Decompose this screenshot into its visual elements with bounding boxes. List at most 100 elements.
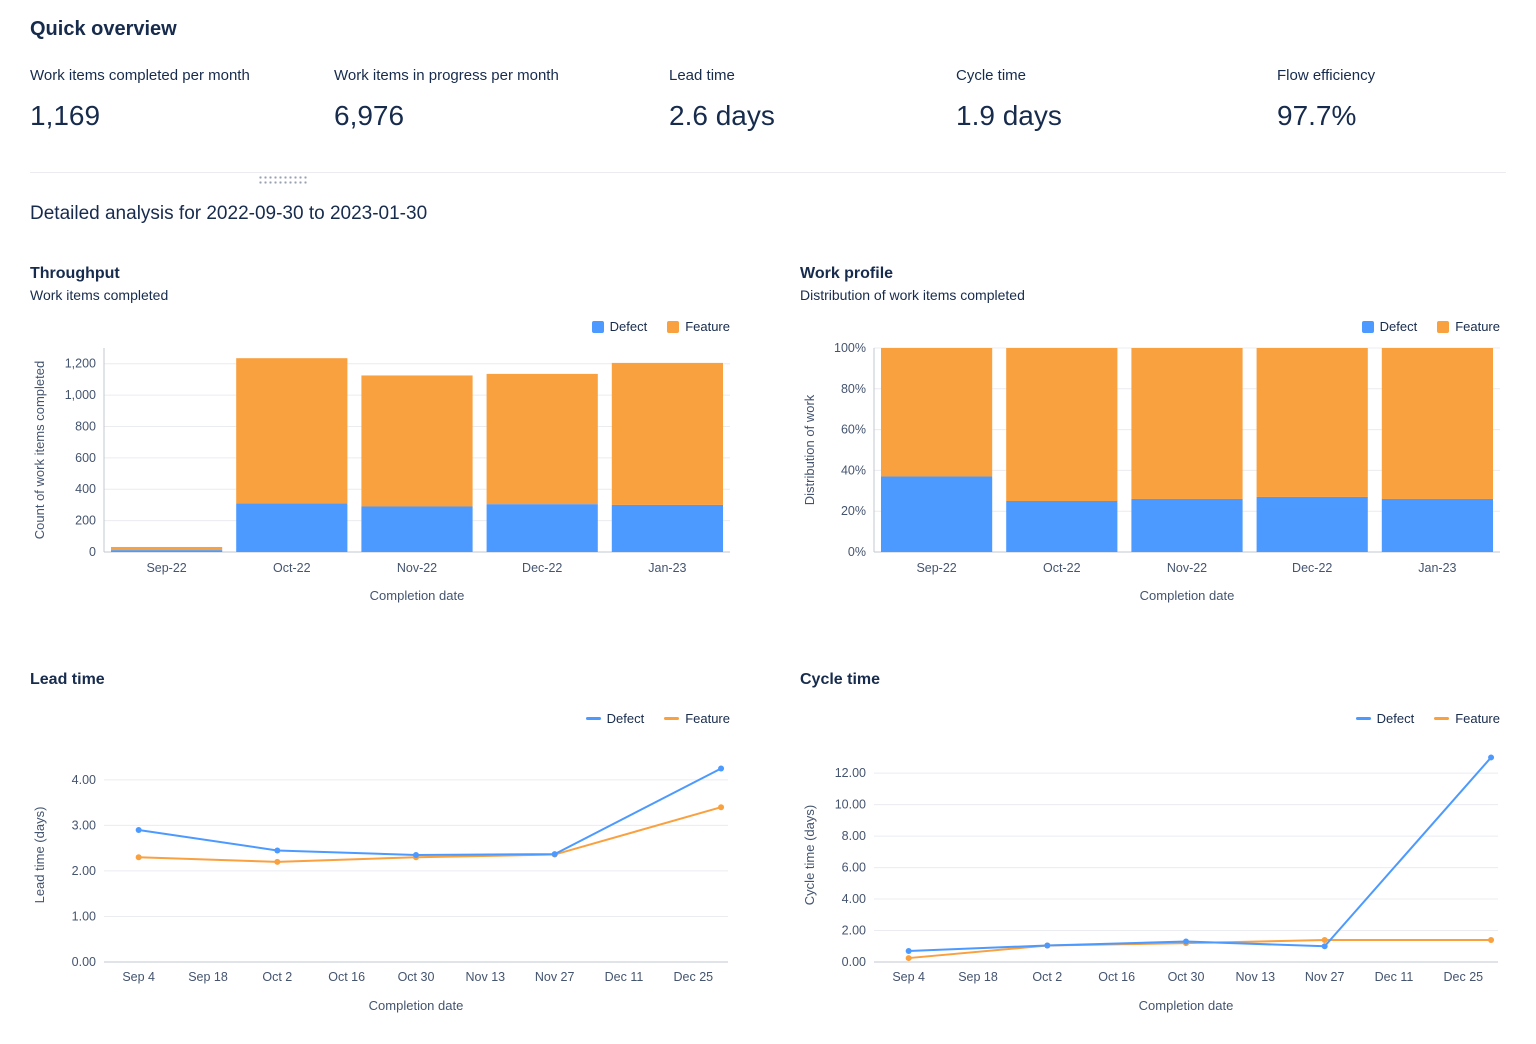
- legend-item-feature[interactable]: Feature: [1434, 711, 1500, 726]
- data-point-defect[interactable]: [136, 827, 142, 833]
- x-tick-label: Nov-22: [397, 561, 437, 575]
- y-tick-label: 3.00: [72, 818, 96, 832]
- data-point-defect[interactable]: [1488, 754, 1494, 760]
- kpi-flow-efficiency: Flow efficiency 97.7%: [1277, 67, 1506, 132]
- cycle-time-chart: DefectFeature0.002.004.006.008.0010.0012…: [800, 711, 1506, 1023]
- bar-segment-defect[interactable]: [881, 477, 992, 552]
- data-point-defect[interactable]: [1044, 942, 1050, 948]
- data-point-defect[interactable]: [413, 852, 419, 858]
- chart-title: Lead time: [30, 671, 736, 689]
- kpi-label: Work items completed per month: [30, 67, 334, 84]
- bar-segment-defect[interactable]: [1382, 499, 1493, 552]
- legend-item-defect[interactable]: Defect: [1356, 711, 1415, 726]
- x-tick-label: Sep 4: [122, 970, 155, 984]
- legend-swatch: [1434, 717, 1449, 720]
- x-tick-label: Dec 25: [1444, 970, 1484, 984]
- x-tick-label: Nov 27: [535, 970, 575, 984]
- bar-segment-feature[interactable]: [612, 363, 723, 505]
- chart-svg: 0.002.004.006.008.0010.0012.00Sep 4Sep 1…: [800, 732, 1506, 1018]
- chart-legend: Defect Feature: [30, 319, 730, 334]
- bar-segment-feature[interactable]: [881, 348, 992, 477]
- legend-swatch: [592, 321, 604, 333]
- y-tick-label: 600: [75, 451, 96, 465]
- y-tick-label: 1.00: [72, 909, 96, 923]
- y-tick-label: 4.00: [72, 773, 96, 787]
- data-point-feature[interactable]: [136, 854, 142, 860]
- data-point-defect[interactable]: [1183, 939, 1189, 945]
- bar-segment-feature[interactable]: [1382, 348, 1493, 499]
- legend-item-defect[interactable]: Defect: [1362, 319, 1418, 334]
- legend-item-defect[interactable]: Defect: [586, 711, 645, 726]
- panel-resize-handle[interactable]: [258, 175, 308, 186]
- chart-svg: 02004006008001,0001,200Sep-22Oct-22Nov-2…: [30, 340, 736, 608]
- line-defect: [909, 757, 1491, 951]
- legend-item-feature[interactable]: Feature: [664, 711, 730, 726]
- chart-title: Cycle time: [800, 671, 1506, 689]
- quick-overview-title: Quick overview: [30, 18, 1506, 41]
- legend-item-feature[interactable]: Feature: [667, 319, 730, 334]
- x-tick-label: Sep 18: [188, 970, 228, 984]
- bar-segment-defect[interactable]: [111, 550, 222, 552]
- y-axis-title: Cycle time (days): [802, 805, 817, 905]
- y-tick-label: 0.00: [72, 955, 96, 969]
- chart-svg: 0%20%40%60%80%100%Sep-22Oct-22Nov-22Dec-…: [800, 340, 1506, 608]
- legend-item-defect[interactable]: Defect: [592, 319, 648, 334]
- data-point-feature[interactable]: [906, 955, 912, 961]
- bar-segment-defect[interactable]: [236, 503, 347, 552]
- legend-label: Feature: [685, 711, 730, 726]
- x-tick-label: Dec-22: [1292, 561, 1332, 575]
- y-tick-label: 20%: [841, 504, 866, 518]
- y-tick-label: 1,200: [65, 357, 96, 371]
- bar-segment-feature[interactable]: [111, 547, 222, 550]
- legend-label: Defect: [607, 711, 645, 726]
- y-tick-label: 12.00: [835, 766, 866, 780]
- y-tick-label: 4.00: [842, 892, 866, 906]
- throughput-chart: DefectFeature02004006008001,0001,200Sep-…: [30, 319, 736, 613]
- data-point-defect[interactable]: [274, 847, 280, 853]
- bar-segment-feature[interactable]: [487, 374, 598, 504]
- bar-segment-defect[interactable]: [361, 506, 472, 552]
- data-point-feature[interactable]: [1488, 937, 1494, 943]
- data-point-defect[interactable]: [1322, 943, 1328, 949]
- chart-title: Throughput: [30, 265, 736, 283]
- y-tick-label: 200: [75, 514, 96, 528]
- y-tick-label: 0%: [848, 545, 866, 559]
- bar-segment-defect[interactable]: [612, 505, 723, 552]
- legend-label: Defect: [610, 319, 648, 334]
- bar-segment-feature[interactable]: [1006, 348, 1117, 501]
- x-axis-title: Completion date: [369, 998, 464, 1013]
- bar-segment-defect[interactable]: [1131, 499, 1242, 552]
- data-point-defect[interactable]: [552, 851, 558, 857]
- detailed-analysis-title: Detailed analysis for 2022-09-30 to 2023…: [30, 203, 1506, 225]
- y-tick-label: 1,000: [65, 388, 96, 402]
- kpi-lead-time: Lead time 2.6 days: [669, 67, 956, 132]
- kpi-row: Work items completed per month 1,169 Wor…: [30, 67, 1506, 132]
- bar-segment-feature[interactable]: [361, 375, 472, 506]
- bar-segment-defect[interactable]: [1257, 497, 1368, 552]
- bar-segment-feature[interactable]: [236, 358, 347, 503]
- data-point-defect[interactable]: [718, 765, 724, 771]
- chart-subtitle: Distribution of work items completed: [800, 287, 1506, 303]
- data-point-feature[interactable]: [718, 804, 724, 810]
- legend-label: Feature: [1455, 711, 1500, 726]
- x-tick-label: Oct 16: [328, 970, 365, 984]
- x-tick-label: Dec 11: [1375, 970, 1414, 984]
- x-tick-label: Nov 27: [1305, 970, 1345, 984]
- data-point-feature[interactable]: [1322, 937, 1328, 943]
- data-point-feature[interactable]: [274, 859, 280, 865]
- legend-swatch: [1362, 321, 1374, 333]
- bar-segment-defect[interactable]: [487, 504, 598, 552]
- dashboard-page: Quick overview Work items completed per …: [0, 0, 1536, 1023]
- legend-item-feature[interactable]: Feature: [1437, 319, 1500, 334]
- x-tick-label: Sep 18: [958, 970, 998, 984]
- legend-swatch: [1437, 321, 1449, 333]
- y-tick-label: 6.00: [842, 861, 866, 875]
- data-point-defect[interactable]: [906, 948, 912, 954]
- chart-card-work-profile: Work profile Distribution of work items …: [800, 265, 1506, 613]
- bar-segment-feature[interactable]: [1131, 348, 1242, 499]
- bar-segment-defect[interactable]: [1006, 501, 1117, 552]
- y-tick-label: 60%: [841, 423, 866, 437]
- bar-segment-feature[interactable]: [1257, 348, 1368, 497]
- x-tick-label: Oct-22: [1043, 561, 1081, 575]
- x-tick-label: Sep-22: [916, 561, 956, 575]
